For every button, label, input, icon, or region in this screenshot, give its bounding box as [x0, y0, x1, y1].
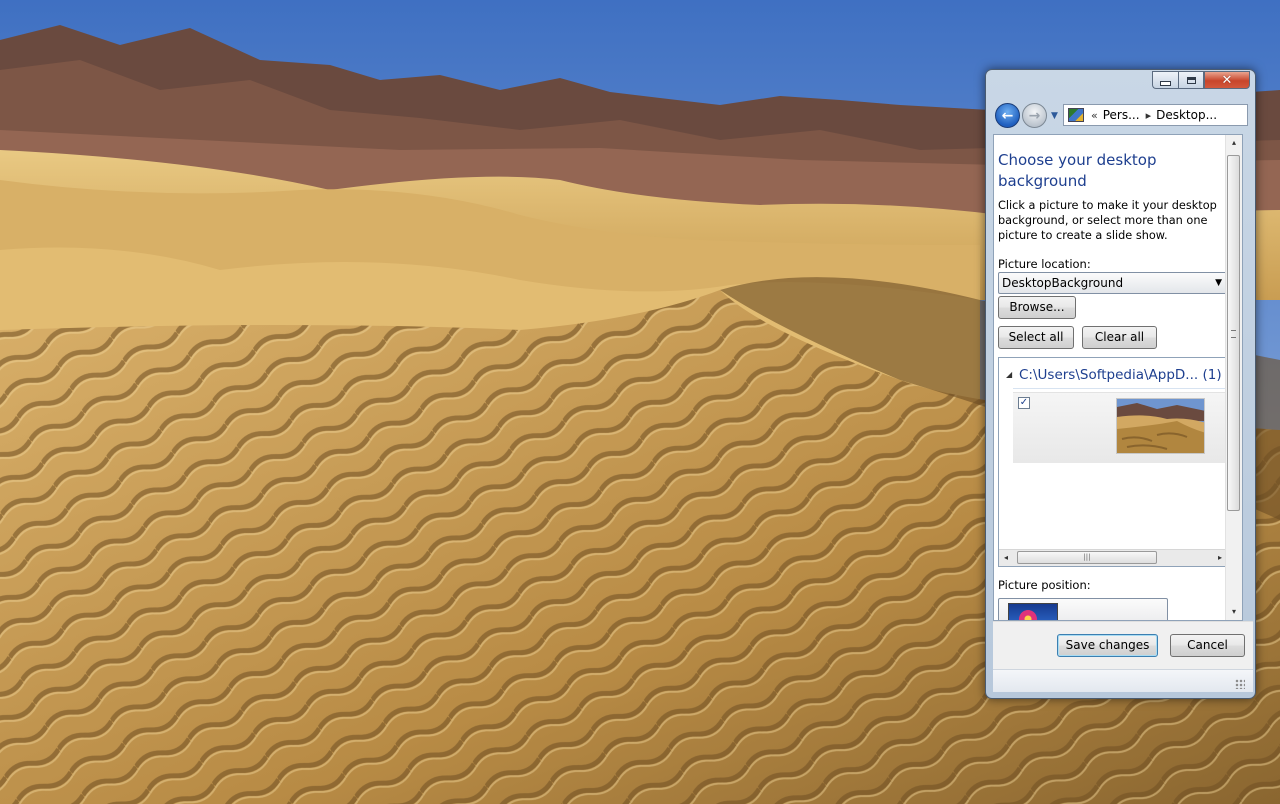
close-icon: ✕	[1221, 72, 1233, 88]
address-bar[interactable]: « Pers... ▸ Desktop...	[1063, 104, 1248, 126]
picture-checkbox[interactable]: ✓	[1018, 397, 1030, 409]
picture-group-header[interactable]: C:\Users\Softpedia\AppD... (1)	[1019, 367, 1222, 383]
maximize-icon	[1186, 76, 1196, 84]
content-pane: Choose your desktop background Click a p…	[993, 134, 1243, 621]
select-all-button[interactable]: Select all	[998, 326, 1074, 349]
breadcrumb-personalization[interactable]: Pers...	[1103, 108, 1140, 122]
page-title: Choose your desktop background	[998, 151, 1157, 190]
scroll-up-icon[interactable]: ▴	[1227, 137, 1241, 149]
dialog-footer: Save changes Cancel	[993, 621, 1253, 669]
picture-list: ◢ C:\Users\Softpedia\AppD... (1) ✓ ◂ |||…	[998, 357, 1228, 567]
close-button[interactable]: ✕	[1204, 71, 1250, 89]
recent-pages-dropdown[interactable]: ▼	[1051, 111, 1058, 121]
personalization-window: ✕ ← → ▼ « Pers... ▸ Desktop... Choose yo…	[985, 69, 1256, 699]
resize-grip-icon[interactable]	[1235, 679, 1245, 689]
group-divider	[1013, 388, 1227, 389]
group-collapse-icon[interactable]: ◢	[1006, 370, 1012, 379]
picture-item[interactable]: ✓	[1013, 392, 1227, 463]
picture-position-label: Picture position:	[998, 578, 1091, 592]
minimize-button[interactable]	[1152, 71, 1178, 89]
horizontal-scroll-thumb[interactable]: |||	[1017, 551, 1157, 564]
picture-position-dropdown[interactable]	[998, 598, 1168, 620]
scroll-down-icon[interactable]: ▾	[1227, 606, 1241, 618]
caption-buttons: ✕	[1152, 71, 1250, 89]
vertical-scrollbar[interactable]: ▴ ▾	[1225, 135, 1242, 620]
status-bar	[993, 669, 1253, 692]
forward-arrow-icon: →	[1028, 107, 1041, 124]
thumbnail-image	[1117, 399, 1204, 453]
browse-button[interactable]: Browse...	[998, 296, 1076, 319]
back-button[interactable]: ←	[995, 103, 1020, 128]
control-panel-icon	[1068, 108, 1084, 122]
horizontal-scrollbar[interactable]: ◂ ||| ▸	[999, 549, 1227, 566]
picture-location-dropdown[interactable]: DesktopBackground ▼	[998, 272, 1228, 294]
flower-icon	[1019, 610, 1037, 620]
back-arrow-icon: ←	[1001, 107, 1014, 124]
vertical-scroll-thumb[interactable]	[1227, 155, 1240, 511]
navigation-bar: ← → ▼ « Pers... ▸ Desktop...	[993, 101, 1249, 131]
clear-all-button[interactable]: Clear all	[1082, 326, 1157, 349]
breadcrumb-overflow[interactable]: «	[1091, 109, 1098, 122]
scroll-left-icon[interactable]: ◂	[999, 551, 1013, 565]
picture-location-label: Picture location:	[998, 257, 1091, 271]
chevron-down-icon: ▼	[1051, 111, 1058, 121]
page-description: Click a picture to make it your desktop …	[998, 199, 1217, 242]
position-preview-icon	[1008, 603, 1058, 620]
breadcrumb-separator-icon[interactable]: ▸	[1146, 109, 1152, 122]
minimize-icon	[1160, 80, 1171, 86]
save-changes-button[interactable]: Save changes	[1057, 634, 1158, 657]
forward-button[interactable]: →	[1022, 103, 1047, 128]
chevron-down-icon: ▼	[1215, 278, 1222, 288]
scroll-grip-icon	[1231, 330, 1236, 338]
cancel-button[interactable]: Cancel	[1170, 634, 1245, 657]
picture-location-value: DesktopBackground	[1002, 276, 1124, 290]
breadcrumb-desktop-background[interactable]: Desktop...	[1156, 108, 1217, 122]
maximize-button[interactable]	[1178, 71, 1204, 89]
desert-dunes-thumbnail[interactable]	[1116, 398, 1205, 454]
